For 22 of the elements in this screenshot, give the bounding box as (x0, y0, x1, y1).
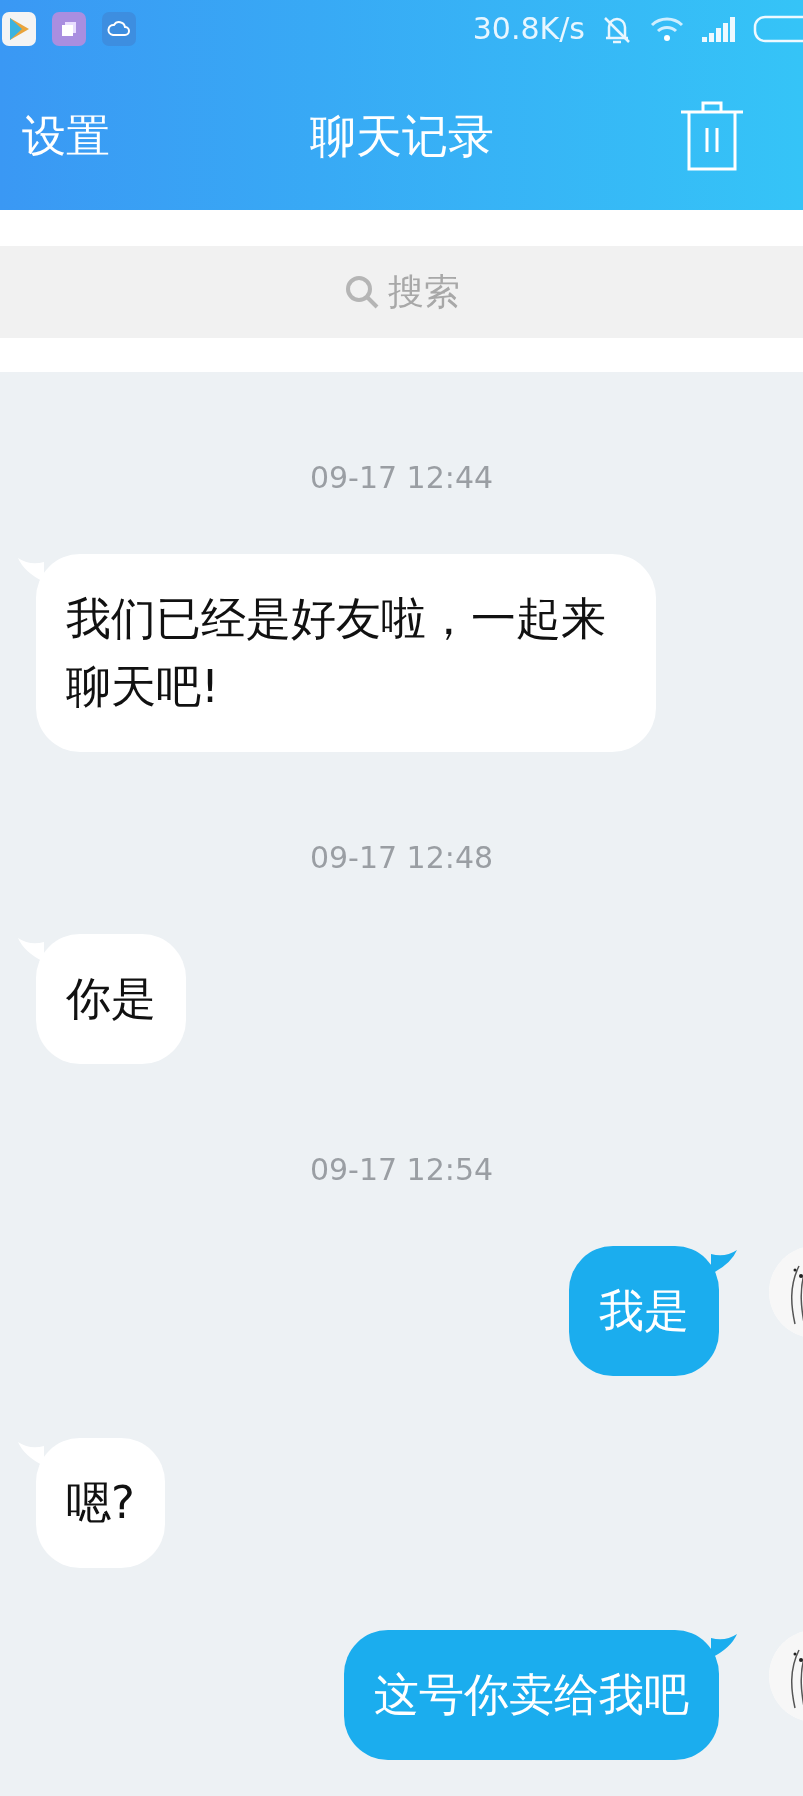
bubble-tail (711, 1634, 737, 1658)
network-speed: 30.8K/s (472, 12, 585, 46)
timestamp: 09-17 12:48 (308, 840, 495, 876)
cloud-icon (102, 12, 136, 46)
search-field[interactable]: 搜索 (0, 246, 803, 338)
wifi-icon (649, 15, 685, 43)
page-title: 聊天记录 (309, 107, 494, 165)
app-icon (2, 12, 36, 46)
search-icon (343, 274, 380, 310)
timestamp: 09-17 12:44 (308, 460, 495, 496)
message-bubble: 你是 (36, 934, 186, 1064)
message-bubble: 我是 (569, 1246, 719, 1376)
back-link[interactable]: 设置 (0, 103, 110, 169)
app-icon (52, 12, 86, 46)
search-placeholder: 搜索 (387, 270, 460, 314)
message-bubble: 嗯? (36, 1438, 165, 1568)
signal-icon (701, 15, 737, 43)
battery-icon (753, 14, 803, 44)
message-bubble: 我们已经是好友啦，一起来聊天吧! (36, 554, 656, 752)
bubble-tail (711, 1250, 737, 1274)
message-bubble: 这号你卖给我吧 (344, 1630, 719, 1760)
timestamp: 09-17 12:54 (308, 1152, 495, 1188)
